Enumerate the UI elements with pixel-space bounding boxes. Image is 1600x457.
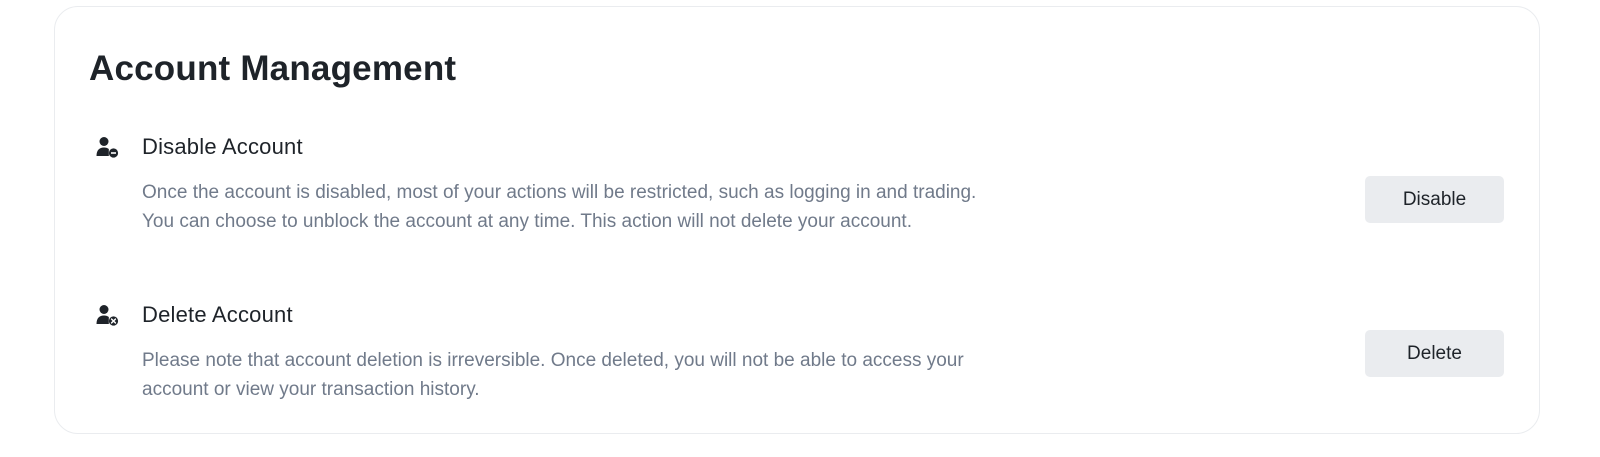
delete-button[interactable]: Delete [1365,330,1504,377]
card-title: Account Management [89,49,457,88]
user-delete-icon [95,303,119,327]
user-minus-icon [95,135,119,159]
delete-account-title: Delete Account [142,302,293,327]
account-management-card: Account Management Disable Account Once … [54,6,1540,434]
disable-button[interactable]: Disable [1365,176,1504,223]
disable-account-description: Once the account is disabled, most of yo… [142,182,977,232]
delete-account-description: Please note that account deletion is irr… [142,350,964,400]
disable-account-title: Disable Account [142,134,303,159]
